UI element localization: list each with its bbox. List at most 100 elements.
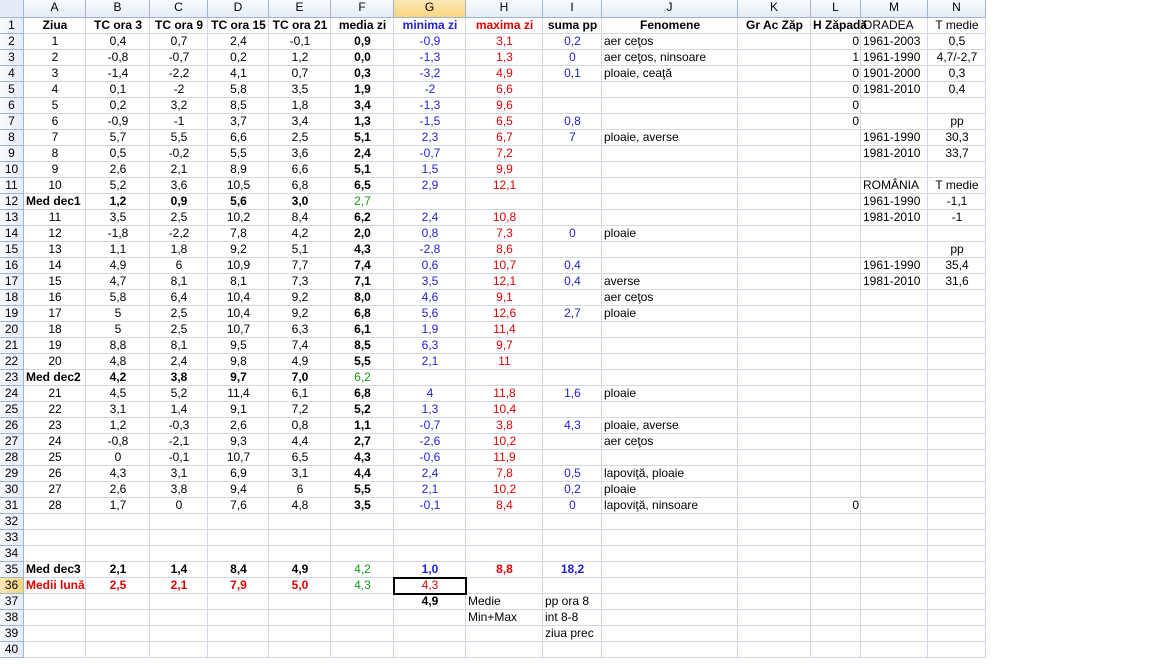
- cell-c9[interactable]: -0,2: [150, 146, 208, 162]
- cell-g26[interactable]: -0,7: [394, 418, 466, 434]
- cell-k1[interactable]: Gr Ac Zăp: [738, 18, 811, 34]
- cell-c27[interactable]: -2,1: [150, 434, 208, 450]
- row-header-12[interactable]: 12: [0, 194, 24, 210]
- cell-h15[interactable]: 8,6: [466, 242, 543, 258]
- grid-cell[interactable]: [150, 642, 208, 658]
- cell-c5[interactable]: -2: [150, 82, 208, 98]
- cell-c26[interactable]: -0,3: [150, 418, 208, 434]
- grid-cell[interactable]: [602, 626, 738, 642]
- cell-a5[interactable]: 4: [24, 82, 86, 98]
- cell-n2[interactable]: 0,5: [928, 34, 986, 50]
- grid-cell[interactable]: [738, 434, 811, 450]
- grid-cell[interactable]: [394, 642, 466, 658]
- cell-n13[interactable]: -1: [928, 210, 986, 226]
- cell-h11[interactable]: 12,1: [466, 178, 543, 194]
- grid-cell[interactable]: [928, 546, 986, 562]
- cell-h2[interactable]: 3,1: [466, 34, 543, 50]
- cell-j18[interactable]: aer ceţos: [602, 290, 738, 306]
- cell-n7[interactable]: pp: [928, 114, 986, 130]
- cell-c25[interactable]: 1,4: [150, 402, 208, 418]
- grid-cell[interactable]: [208, 530, 269, 546]
- grid-cell[interactable]: [811, 370, 861, 386]
- cell-f19[interactable]: 6,8: [331, 306, 394, 322]
- cell-e17[interactable]: 7,3: [269, 274, 331, 290]
- grid-cell[interactable]: [861, 434, 928, 450]
- cell-e31[interactable]: 4,8: [269, 498, 331, 514]
- cell-d27[interactable]: 9,3: [208, 434, 269, 450]
- cell-g7[interactable]: -1,5: [394, 114, 466, 130]
- grid-cell[interactable]: [738, 242, 811, 258]
- grid-cell[interactable]: [86, 530, 150, 546]
- cell-n9[interactable]: 33,7: [928, 146, 986, 162]
- cell-b24[interactable]: 4,5: [86, 386, 150, 402]
- cell-a31[interactable]: 28: [24, 498, 86, 514]
- cell-d1[interactable]: TC ora 15: [208, 18, 269, 34]
- row-header-23[interactable]: 23: [0, 370, 24, 386]
- cell-c14[interactable]: -2,2: [150, 226, 208, 242]
- cell-f1[interactable]: media zi: [331, 18, 394, 34]
- cell-i29[interactable]: 0,5: [543, 466, 602, 482]
- cell-h35[interactable]: 8,8: [466, 562, 543, 578]
- cell-f15[interactable]: 4,3: [331, 242, 394, 258]
- cell-c10[interactable]: 2,1: [150, 162, 208, 178]
- cell-e5[interactable]: 3,5: [269, 82, 331, 98]
- grid-cell[interactable]: [861, 498, 928, 514]
- cell-g25[interactable]: 1,3: [394, 402, 466, 418]
- grid-cell[interactable]: [466, 642, 543, 658]
- cell-c29[interactable]: 3,1: [150, 466, 208, 482]
- cell-b17[interactable]: 4,7: [86, 274, 150, 290]
- grid-cell[interactable]: [928, 594, 986, 610]
- grid-cell[interactable]: [543, 338, 602, 354]
- row-header-2[interactable]: 2: [0, 34, 24, 50]
- cell-f25[interactable]: 5,2: [331, 402, 394, 418]
- cell-a20[interactable]: 18: [24, 322, 86, 338]
- cell-b19[interactable]: 5: [86, 306, 150, 322]
- grid-cell[interactable]: [602, 562, 738, 578]
- grid-cell[interactable]: [928, 642, 986, 658]
- grid-cell[interactable]: [811, 514, 861, 530]
- cell-f16[interactable]: 7,4: [331, 258, 394, 274]
- cell-d4[interactable]: 4,1: [208, 66, 269, 82]
- grid-cell[interactable]: [543, 194, 602, 210]
- cell-e21[interactable]: 7,4: [269, 338, 331, 354]
- row-header-6[interactable]: 6: [0, 98, 24, 114]
- row-header-31[interactable]: 31: [0, 498, 24, 514]
- cell-i1[interactable]: suma pp: [543, 18, 602, 34]
- cell-b3[interactable]: -0,8: [86, 50, 150, 66]
- cell-l2[interactable]: 0: [811, 34, 861, 50]
- grid-cell[interactable]: [928, 626, 986, 642]
- cell-e10[interactable]: 6,6: [269, 162, 331, 178]
- row-header-32[interactable]: 32: [0, 514, 24, 530]
- cell-i26[interactable]: 4,3: [543, 418, 602, 434]
- row-header-40[interactable]: 40: [0, 642, 24, 658]
- grid-cell[interactable]: [269, 514, 331, 530]
- cell-c1[interactable]: TC ora 9: [150, 18, 208, 34]
- column-header-a[interactable]: A: [24, 0, 86, 18]
- grid-cell[interactable]: [861, 402, 928, 418]
- cell-b1[interactable]: TC ora 3: [86, 18, 150, 34]
- cell-d14[interactable]: 7,8: [208, 226, 269, 242]
- cell-g2[interactable]: -0,9: [394, 34, 466, 50]
- cell-n17[interactable]: 31,6: [928, 274, 986, 290]
- cell-m8[interactable]: 1961-1990: [861, 130, 928, 146]
- cell-l3[interactable]: 1: [811, 50, 861, 66]
- cell-a4[interactable]: 3: [24, 66, 86, 82]
- cell-c31[interactable]: 0: [150, 498, 208, 514]
- grid-cell[interactable]: [466, 194, 543, 210]
- cell-e36[interactable]: 5,0: [269, 578, 331, 594]
- grid-cell[interactable]: [811, 450, 861, 466]
- cell-c12[interactable]: 0,9: [150, 194, 208, 210]
- cell-d30[interactable]: 9,4: [208, 482, 269, 498]
- row-header-10[interactable]: 10: [0, 162, 24, 178]
- cell-h22[interactable]: 11: [466, 354, 543, 370]
- grid-cell[interactable]: [928, 338, 986, 354]
- cell-i2[interactable]: 0,2: [543, 34, 602, 50]
- cell-m2[interactable]: 1961-2003: [861, 34, 928, 50]
- cell-g16[interactable]: 0,6: [394, 258, 466, 274]
- grid-cell[interactable]: [861, 450, 928, 466]
- cell-l5[interactable]: 0: [811, 82, 861, 98]
- cell-c21[interactable]: 8,1: [150, 338, 208, 354]
- grid-cell[interactable]: [861, 226, 928, 242]
- grid-cell[interactable]: [811, 290, 861, 306]
- cell-h25[interactable]: 10,4: [466, 402, 543, 418]
